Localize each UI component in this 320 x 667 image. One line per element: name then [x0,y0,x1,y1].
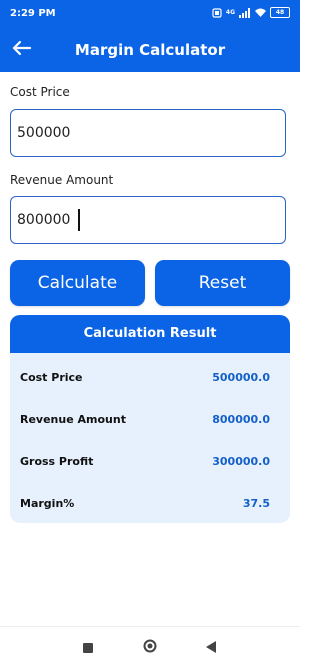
network-4g-label: 4G [225,9,235,16]
page-title: Margin Calculator [74,41,226,59]
square-recents-icon [83,638,93,657]
system-back-button[interactable] [203,639,219,655]
result-label: Revenue Amount [20,412,126,426]
result-row: Gross Profit 300000.0 [20,451,270,471]
signal-icon [239,7,251,18]
revenue-amount-input[interactable] [11,197,285,243]
revenue-amount-label: Revenue Amount [10,173,114,187]
circle-home-icon [143,638,157,657]
recents-button[interactable] [80,639,96,655]
text-caret [78,209,80,231]
result-value: 800000.0 [212,412,270,426]
alarm-icon [212,7,222,18]
result-row: Cost Price 500000.0 [20,367,270,387]
cost-price-input[interactable] [11,110,285,156]
back-button[interactable] [8,36,36,64]
revenue-amount-field[interactable] [10,196,286,244]
result-label: Gross Profit [20,454,94,468]
home-button[interactable] [142,639,158,655]
result-title: Calculation Result [10,315,290,353]
result-value: 300000.0 [212,454,270,468]
result-value: 500000.0 [212,370,270,384]
result-value: 37.5 [242,496,270,510]
arrow-left-icon [12,40,32,60]
battery-level: 48 [275,9,285,16]
result-label: Margin% [20,496,75,510]
status-icons: 4G 48 [212,7,290,18]
system-nav-bar [0,626,300,667]
result-row: Revenue Amount 800000.0 [20,409,270,429]
result-card: Calculation Result Cost Price 500000.0 R… [10,315,290,523]
result-row: Margin% 37.5 [20,493,270,513]
cost-price-label: Cost Price [10,85,70,99]
app-bar: Margin Calculator [0,28,300,72]
triangle-back-icon [206,638,216,657]
cost-price-field[interactable] [10,109,286,157]
status-bar: 2:29 PM 4G 48 [0,0,300,28]
result-label: Cost Price [20,370,83,384]
calculate-button[interactable]: Calculate [10,260,145,306]
reset-button[interactable]: Reset [155,260,290,306]
wifi-icon [255,8,266,17]
battery-icon: 48 [270,7,290,18]
status-time: 2:29 PM [10,8,56,19]
